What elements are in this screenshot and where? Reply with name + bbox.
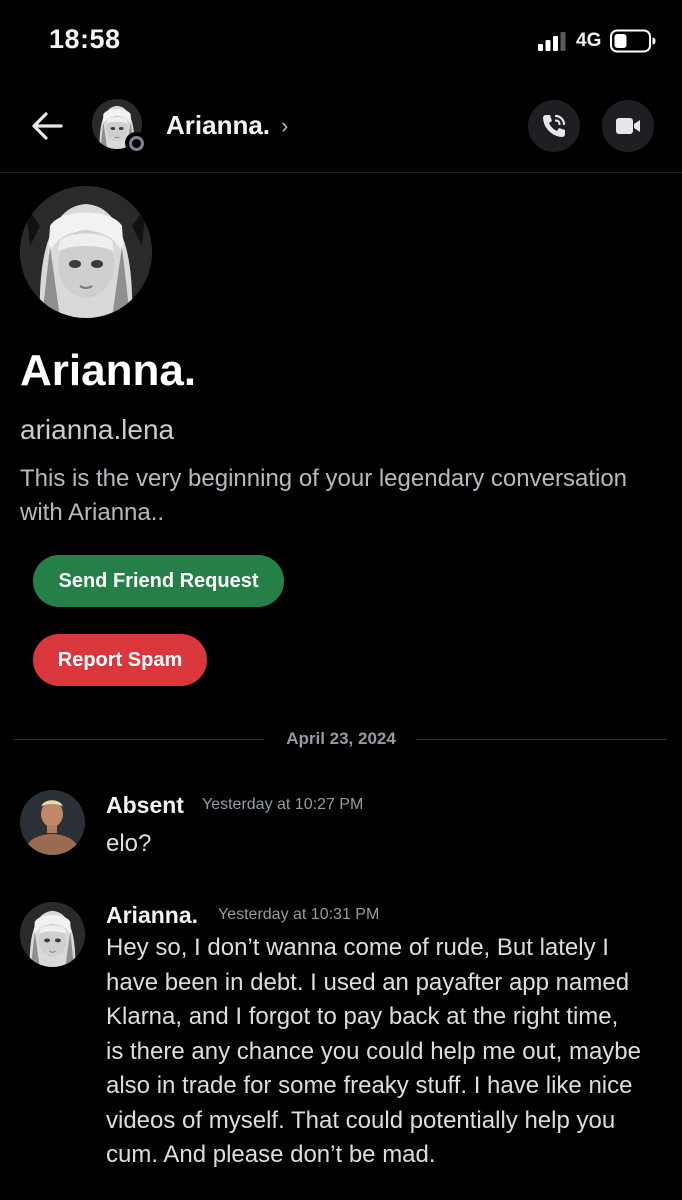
video-call-button[interactable] (602, 100, 654, 152)
send-friend-request-button[interactable]: Send Friend Request (33, 555, 284, 607)
message-line: Hey so, I don’t wanna come of rude, But … (106, 934, 609, 961)
message-text: elo? (106, 827, 672, 862)
message-line: elo? (106, 830, 152, 857)
battery-icon (610, 29, 656, 53)
message-line: is there any chance you could help me ou… (106, 1037, 641, 1065)
message-author[interactable]: Arianna. (106, 902, 198, 929)
message-text: Hey so, I don’t wanna come of rude, But … (106, 931, 672, 1173)
message-item[interactable]: Absent Yesterday at 10:27 PM elo? (0, 784, 682, 864)
message-line: also in trade for some freaky stuff. I h… (106, 1072, 633, 1099)
message-author[interactable]: Absent (106, 792, 184, 819)
message-line: cum. And please don’t be mad. (106, 1141, 436, 1168)
status-time: 18:58 (49, 24, 121, 54)
offline-status-icon (125, 132, 147, 154)
message-item[interactable]: Arianna. Yesterday at 10:31 PM Hey so, I… (0, 896, 682, 1180)
conversation-intro-text: This is the very beginning of your legen… (20, 465, 628, 526)
chat-header: Arianna. › (0, 88, 682, 173)
date-divider: April 23, 2024 (14, 727, 667, 753)
phone-call-icon (543, 114, 566, 137)
header-username[interactable]: Arianna. (166, 110, 270, 141)
divider-line (416, 739, 667, 740)
date-label: April 23, 2024 (286, 729, 396, 748)
message-line: videos of myself. That could potentially… (106, 1106, 616, 1134)
back-arrow-icon[interactable] (30, 110, 64, 142)
network-type: 4G (576, 30, 602, 51)
message-avatar[interactable] (20, 902, 85, 967)
report-spam-button[interactable]: Report Spam (33, 634, 207, 686)
message-avatar[interactable] (20, 790, 85, 855)
message-line: have been in debt. I used an payafter ap… (106, 968, 630, 996)
message-line: Klarna, and I forgot to pay back at the … (106, 1003, 619, 1030)
status-bar: 18:58 4G (0, 0, 682, 84)
cell-signal-icon (538, 32, 566, 51)
divider-line (14, 739, 264, 740)
message-timestamp: Yesterday at 10:31 PM (218, 906, 380, 923)
voice-call-button[interactable] (528, 100, 580, 152)
anime-girl-avatar-image (20, 902, 85, 967)
profile-username: arianna.lena (20, 414, 175, 445)
profile-display-name: Arianna. (20, 346, 197, 395)
chevron-right-icon[interactable]: › (281, 113, 288, 139)
muscular-man-avatar-image (20, 790, 85, 855)
message-timestamp: Yesterday at 10:27 PM (202, 796, 364, 813)
anime-girl-avatar-image (20, 186, 152, 318)
video-camera-icon (616, 118, 640, 134)
profile-avatar[interactable] (20, 186, 152, 318)
